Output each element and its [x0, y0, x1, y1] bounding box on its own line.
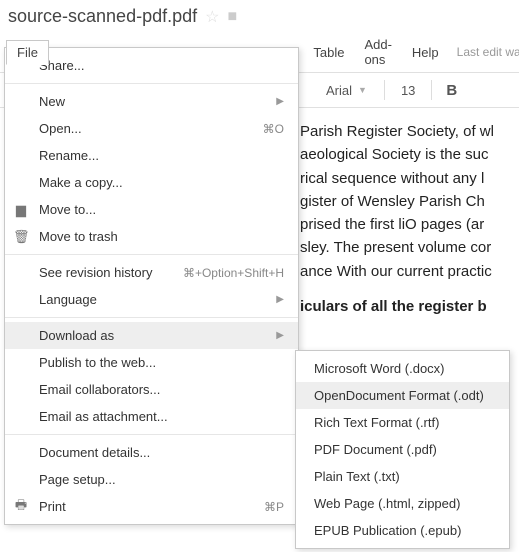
submenu-item-docx[interactable]: Microsoft Word (.docx): [296, 355, 509, 382]
text-line: gister of Wensley Parish Ch: [300, 190, 519, 213]
menu-item-open[interactable]: Open...⌘O: [5, 115, 298, 142]
title-bar: source-scanned-pdf.pdf ☆ ■: [0, 0, 519, 33]
star-icon[interactable]: ☆: [205, 7, 219, 27]
menu-divider: [5, 83, 298, 84]
chevron-right-icon: ▶: [276, 294, 284, 305]
menu-divider: [5, 434, 298, 435]
folder-icon[interactable]: ■: [227, 8, 237, 26]
menu-item-trash[interactable]: 🗑Move to trash: [5, 223, 298, 250]
submenu-item-epub[interactable]: EPUB Publication (.epub): [296, 517, 509, 544]
menu-item-make-copy[interactable]: Make a copy...: [5, 169, 298, 196]
print-icon: 🖶: [13, 496, 29, 518]
menu-divider: [5, 317, 298, 318]
bold-button[interactable]: B: [440, 82, 463, 99]
folder-icon: ▆: [13, 202, 29, 218]
text-line: rical sequence without any l: [300, 167, 519, 190]
document-title[interactable]: source-scanned-pdf.pdf: [8, 6, 197, 27]
menu-item-download-as[interactable]: Download as▶: [5, 322, 298, 349]
text-line-bold: iculars of all the register b: [300, 295, 519, 318]
menu-item-publish-web[interactable]: Publish to the web...: [5, 349, 298, 376]
font-selector[interactable]: Arial ▼: [317, 82, 376, 99]
toolbar-separator: [384, 80, 385, 100]
menu-addons[interactable]: Add-ons: [354, 33, 401, 71]
toolbar-separator: [431, 80, 432, 100]
chevron-right-icon: ▶: [276, 330, 284, 341]
submenu-item-rtf[interactable]: Rich Text Format (.rtf): [296, 409, 509, 436]
menu-item-language[interactable]: Language▶: [5, 286, 298, 313]
menu-item-document-details[interactable]: Document details...: [5, 439, 298, 466]
submenu-item-txt[interactable]: Plain Text (.txt): [296, 463, 509, 490]
menu-item-print[interactable]: 🖶Print⌘P: [5, 493, 298, 520]
menu-help[interactable]: Help: [402, 41, 449, 64]
chevron-right-icon: ▶: [276, 96, 284, 107]
text-line: aeological Society is the suc: [300, 143, 519, 166]
shortcut-text: ⌘+Option+Shift+H: [183, 266, 284, 280]
menu-item-rename[interactable]: Rename...: [5, 142, 298, 169]
submenu-item-html[interactable]: Web Page (.html, zipped): [296, 490, 509, 517]
menu-item-new[interactable]: New▶: [5, 88, 298, 115]
font-name: Arial: [326, 83, 352, 98]
menu-item-page-setup[interactable]: Page setup...: [5, 466, 298, 493]
text-line: sley. The present volume cor: [300, 236, 519, 259]
menu-item-email-attachment[interactable]: Email as attachment...: [5, 403, 298, 430]
menu-item-revision-history[interactable]: See revision history⌘+Option+Shift+H: [5, 259, 298, 286]
menu-table[interactable]: Table: [303, 41, 354, 64]
text-line: Parish Register Society, of wl: [300, 120, 519, 143]
shortcut-text: ⌘P: [264, 500, 284, 514]
file-menu-dropdown: Share... New▶ Open...⌘O Rename... Make a…: [4, 47, 299, 525]
menu-item-email-collaborators[interactable]: Email collaborators...: [5, 376, 298, 403]
document-content[interactable]: Parish Register Society, of wl aeologica…: [300, 120, 519, 318]
shortcut-text: ⌘O: [263, 122, 284, 136]
download-as-submenu: Microsoft Word (.docx) OpenDocument Form…: [295, 350, 510, 549]
text-line: ance With our current practic: [300, 260, 519, 283]
menu-item-move-to[interactable]: ▆Move to...: [5, 196, 298, 223]
text-line: prised the first liO pages (ar: [300, 213, 519, 236]
menu-divider: [5, 254, 298, 255]
submenu-item-pdf[interactable]: PDF Document (.pdf): [296, 436, 509, 463]
menu-file[interactable]: File: [6, 40, 49, 65]
last-edit-text[interactable]: Last edit was: [457, 45, 519, 59]
font-size-selector[interactable]: 13: [393, 83, 423, 98]
chevron-down-icon: ▼: [358, 85, 367, 95]
trash-icon: 🗑: [13, 229, 29, 245]
submenu-item-odt[interactable]: OpenDocument Format (.odt): [296, 382, 509, 409]
